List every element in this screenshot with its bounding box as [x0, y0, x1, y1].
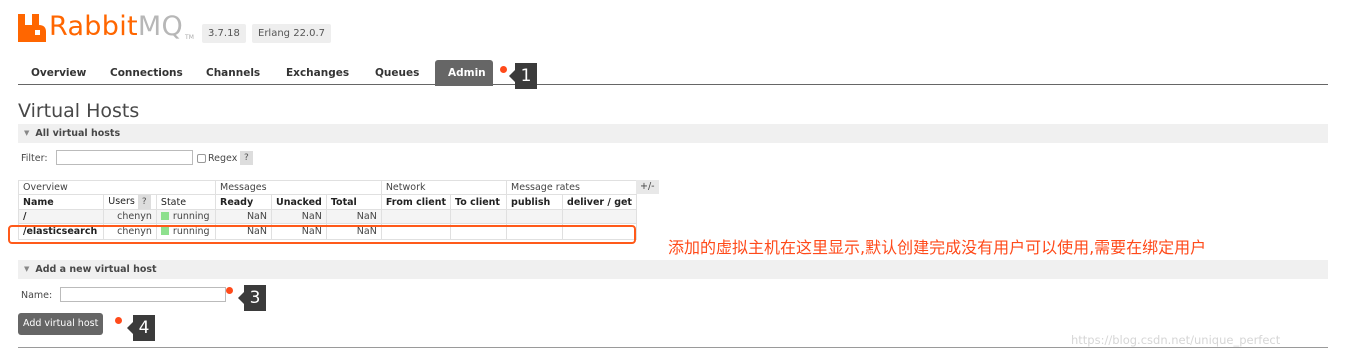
- logo-wordmark: RabbitMQ: [49, 11, 184, 42]
- main-nav-tabs: Overview Connections Channels Exchanges …: [18, 60, 495, 86]
- filter-label: Filter:: [21, 153, 48, 164]
- vhost-name-link[interactable]: /: [17, 209, 105, 224]
- vhost-publish: [506, 209, 564, 224]
- vhost-ready: NaN: [215, 209, 272, 224]
- collapse-triangle-icon: ▼: [24, 129, 30, 137]
- column-header-total[interactable]: Total: [325, 194, 382, 210]
- group-header-network: Network: [380, 180, 508, 195]
- page-title: Virtual Hosts: [18, 100, 140, 122]
- vhost-state-label: running: [172, 211, 210, 222]
- group-header-messages: Messages: [215, 180, 382, 195]
- vhost-unacked: NaN: [271, 209, 327, 224]
- callout-dot-4: [115, 317, 122, 324]
- annotation-note: 添加的虚拟主机在这里显示,默认创建完成没有用户可以使用,需要在绑定用户: [668, 238, 1207, 257]
- add-virtual-host-section-header[interactable]: ▼ Add a new virtual host: [18, 260, 1328, 279]
- column-header-deliver-get[interactable]: deliver / get: [562, 194, 638, 210]
- version-badge: 3.7.18: [202, 24, 246, 43]
- callout-badge-4: 4: [127, 315, 155, 341]
- column-header-unacked[interactable]: Unacked: [271, 194, 327, 210]
- name-label: Name:: [21, 290, 53, 301]
- regex-help-button[interactable]: ?: [240, 151, 253, 165]
- vhost-deliver-get: [562, 209, 638, 224]
- tab-admin[interactable]: Admin: [435, 60, 493, 86]
- table-row[interactable]: / chenyn running NaN NaN NaN: [17, 209, 638, 224]
- callout-dot-1: [500, 66, 507, 73]
- tab-connections[interactable]: Connections: [97, 60, 191, 86]
- highlight-box: [8, 225, 636, 244]
- watermark: https://blog.csdn.net/unique_perfect: [1071, 333, 1281, 347]
- vhost-to-client: [450, 209, 508, 224]
- regex-checkbox[interactable]: [197, 154, 206, 163]
- tab-channels[interactable]: Channels: [193, 60, 271, 86]
- tabs-divider: [18, 84, 1328, 85]
- columns-toggle-button[interactable]: +/-: [636, 180, 659, 194]
- tab-overview[interactable]: Overview: [18, 60, 95, 86]
- group-header-overview: Overview: [18, 180, 216, 195]
- collapse-triangle-icon: ▼: [24, 265, 30, 273]
- logo-trademark: TM: [185, 34, 194, 41]
- column-header-from-client[interactable]: From client: [380, 194, 452, 210]
- callout-badge-3: 3: [238, 285, 266, 311]
- vhost-users: chenyn: [103, 209, 157, 224]
- erlang-version-badge: Erlang 22.0.7: [252, 24, 332, 43]
- users-header-label: Users: [108, 196, 135, 207]
- column-header-name[interactable]: Name: [17, 194, 105, 210]
- column-header-ready[interactable]: Ready: [215, 194, 272, 210]
- users-help-button[interactable]: ?: [137, 195, 151, 209]
- vhost-name-input[interactable]: [60, 287, 226, 302]
- column-header-to-client[interactable]: To client: [450, 194, 508, 210]
- group-header-message-rates: Message rates: [506, 180, 638, 195]
- callout-badge-1: 1: [509, 63, 537, 89]
- filter-input[interactable]: [56, 150, 193, 165]
- rabbitmq-logo-icon: [18, 14, 46, 42]
- column-header-publish[interactable]: publish: [506, 194, 564, 210]
- vhost-state: running: [155, 209, 217, 224]
- rabbitmq-logo[interactable]: RabbitMQ TM: [18, 10, 194, 46]
- section-label: Add a new virtual host: [35, 264, 157, 275]
- column-header-users[interactable]: Users ?: [103, 194, 157, 210]
- tab-exchanges[interactable]: Exchanges: [273, 60, 360, 86]
- add-virtual-host-button[interactable]: Add virtual host: [18, 313, 104, 335]
- regex-label: Regex: [208, 153, 238, 164]
- column-header-state[interactable]: State: [155, 194, 217, 210]
- vhost-total: NaN: [325, 209, 382, 224]
- footer-divider: [18, 347, 1328, 348]
- running-status-icon: [160, 212, 169, 220]
- all-virtual-hosts-section-header[interactable]: ▼ All virtual hosts: [18, 124, 1328, 143]
- vhost-from-client: [380, 209, 452, 224]
- tab-queues[interactable]: Queues: [362, 60, 433, 86]
- callout-dot-3: [226, 287, 233, 294]
- section-label: All virtual hosts: [35, 128, 121, 139]
